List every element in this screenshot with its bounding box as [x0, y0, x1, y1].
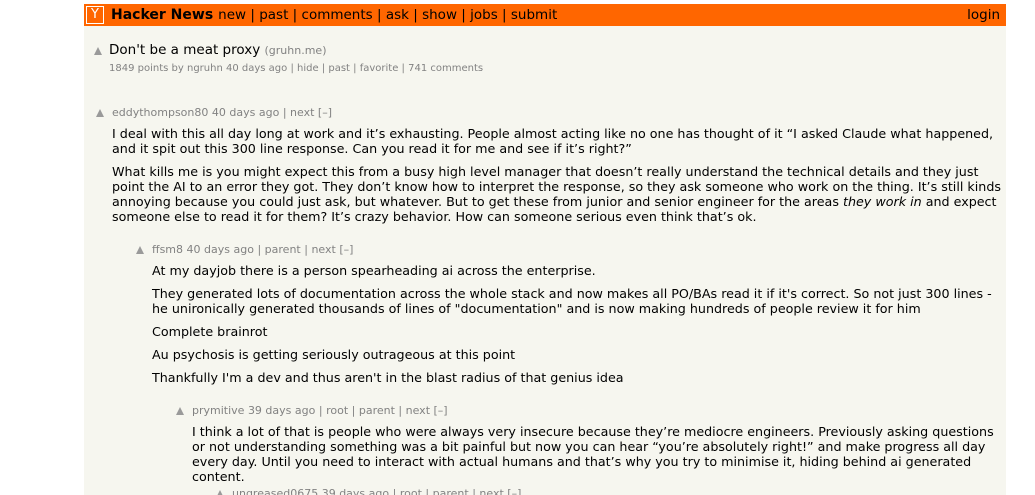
nav-past[interactable]: past: [259, 7, 288, 23]
story-by: by: [171, 63, 184, 74]
comment-user-link[interactable]: eddythompson80: [112, 106, 208, 119]
comment-paragraph: Complete brainrot: [152, 324, 268, 339]
comment-header: ffsm8 40 days ago | parent | next [–]: [152, 243, 354, 256]
comment-paragraph: They generated lots of documentation acr…: [152, 286, 992, 316]
story-past-link[interactable]: past: [328, 63, 350, 74]
comment-header: eddythompson80 40 days ago | next [–]: [112, 106, 332, 119]
comment-user-link[interactable]: ffsm8: [152, 243, 183, 256]
comment-paragraph: I deal with this all day long at work an…: [112, 126, 994, 156]
story-user-link[interactable]: ngruhn: [187, 63, 223, 74]
login-link[interactable]: login: [967, 7, 1000, 23]
story-title-line: Don't be a meat proxy (gruhn.me): [109, 42, 326, 58]
story-points: 1849 points: [109, 63, 169, 74]
nav-comments[interactable]: comments: [302, 7, 373, 23]
story-age-link[interactable]: 40 days ago: [226, 63, 287, 74]
comment-paragraph: I think a lot of that is people who were…: [192, 424, 994, 484]
comment-user-link[interactable]: ungreased0675: [232, 487, 318, 495]
comment-root-link[interactable]: root: [400, 487, 422, 495]
upvote-arrow-icon[interactable]: [94, 47, 102, 55]
comment-parent-link[interactable]: parent: [359, 404, 395, 417]
comment-user-link[interactable]: prymitive: [192, 404, 244, 417]
comment-text: At my dayjob there is a person spearhead…: [152, 263, 1002, 393]
nav-ask[interactable]: ask: [386, 7, 409, 23]
comment-paragraph: Au psychosis is getting seriously outrag…: [152, 347, 516, 362]
upvote-arrow-icon[interactable]: [96, 109, 104, 117]
comment-parent-link[interactable]: parent: [265, 243, 301, 256]
comment-paragraph: At my dayjob there is a person spearhead…: [152, 263, 596, 278]
comment-age-link[interactable]: 39 days ago: [322, 487, 389, 495]
nav-submit[interactable]: submit: [511, 7, 557, 23]
comment-age-link[interactable]: 40 days ago: [187, 243, 254, 256]
comment-next-link[interactable]: next [–]: [479, 487, 521, 495]
story-subtext: 1849 points by ngruhn 40 days ago | hide…: [109, 63, 484, 74]
story-site-link[interactable]: (gruhn.me): [265, 44, 327, 57]
comment-emphasis: they work in: [842, 194, 922, 209]
story-comments-link[interactable]: 741 comments: [408, 63, 483, 74]
story-hide-link[interactable]: hide: [297, 63, 319, 74]
comment-next-link[interactable]: next [–]: [290, 106, 332, 119]
nav-jobs[interactable]: jobs: [470, 7, 498, 23]
upvote-arrow-icon[interactable]: [216, 490, 224, 495]
comment-root-link[interactable]: root: [326, 404, 348, 417]
header-bar: Y Hacker News new | past | comments | as…: [84, 4, 1006, 26]
upvote-arrow-icon[interactable]: [176, 407, 184, 415]
comment-header: ungreased0675 39 days ago | root | paren…: [232, 487, 521, 495]
upvote-arrow-icon[interactable]: [136, 246, 144, 254]
comment-paragraph: Thankfully I'm a dev and thus aren't in …: [152, 370, 624, 385]
comment-next-link[interactable]: next [–]: [406, 404, 448, 417]
nav-new[interactable]: new: [218, 7, 246, 23]
page-container: Y Hacker News new | past | comments | as…: [84, 4, 1006, 495]
comment-next-link[interactable]: next [–]: [311, 243, 353, 256]
story-title-link[interactable]: Don't be a meat proxy: [109, 42, 260, 58]
comment-age-link[interactable]: 39 days ago: [248, 404, 315, 417]
story-favorite-link[interactable]: favorite: [360, 63, 399, 74]
site-name-link[interactable]: Hacker News: [111, 7, 213, 23]
comment-parent-link[interactable]: parent: [433, 487, 469, 495]
nav-show[interactable]: show: [422, 7, 457, 23]
comment-text: I think a lot of that is people who were…: [192, 424, 1002, 492]
nav-links: new | past | comments | ask | show | job…: [218, 7, 558, 23]
comment-paragraph: What kills me is you might expect this f…: [112, 164, 1002, 224]
comment-age-link[interactable]: 40 days ago: [212, 106, 279, 119]
comment-header: prymitive 39 days ago | root | parent | …: [192, 404, 448, 417]
comment-text: I deal with this all day long at work an…: [112, 126, 1002, 232]
y-logo-icon[interactable]: Y: [86, 6, 104, 24]
